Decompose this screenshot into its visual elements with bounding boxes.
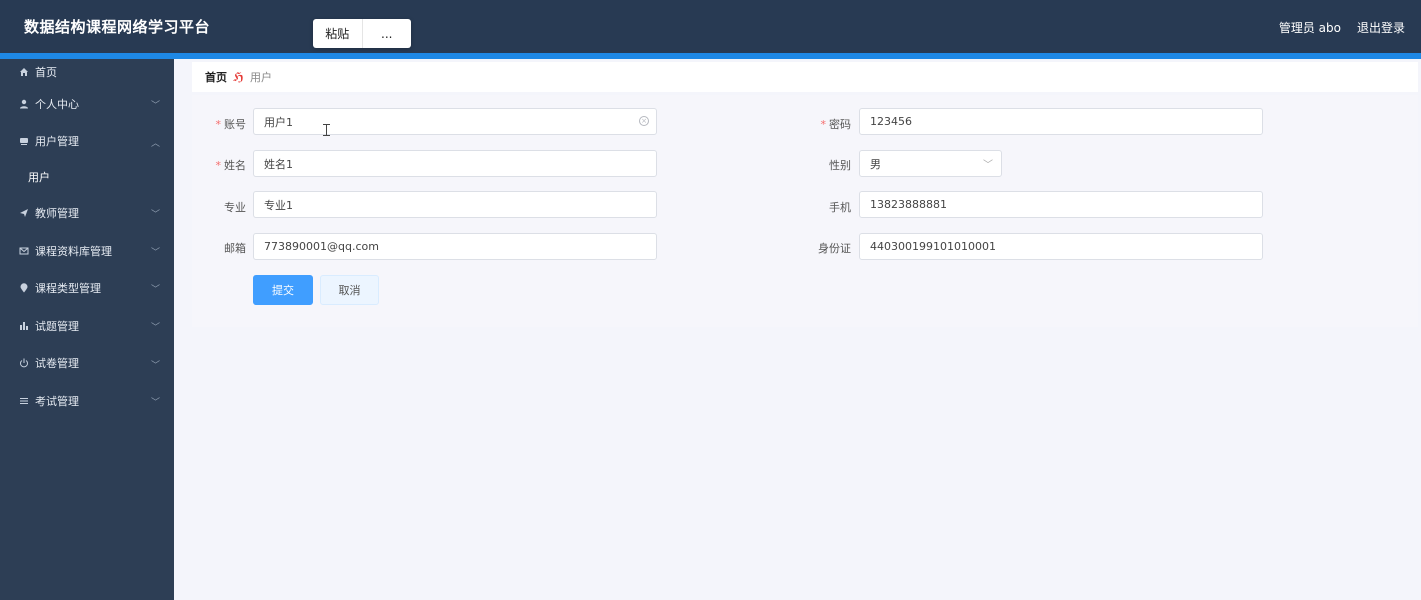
sidebar-item-label: 课程资料库管理 xyxy=(35,244,112,258)
sidebar-item-user-management[interactable]: 用户管理 ︿ xyxy=(0,123,174,161)
chevron-down-icon: ﹀ xyxy=(150,101,160,111)
gender-label: 性别 xyxy=(829,159,851,172)
account-input[interactable]: 用户1 × xyxy=(253,108,657,135)
sidebar-subitem-user[interactable]: 用户 xyxy=(0,160,174,194)
chevron-down-icon: ﹀ xyxy=(150,398,160,409)
sidebar-item-label: 课程类型管理 xyxy=(35,282,101,296)
breadcrumb-separator-icon: ℌ xyxy=(233,70,244,84)
sidebar-item-label: 试题管理 xyxy=(35,319,79,333)
top-header: 数据结构课程网络学习平台 管理员 abo 退出登录 xyxy=(0,0,1421,53)
chevron-down-icon: ﹀ xyxy=(150,360,160,371)
logout-link[interactable]: 退出登录 xyxy=(1357,19,1405,36)
major-label: 专业 xyxy=(224,201,246,214)
chevron-down-icon: ﹀ xyxy=(150,210,160,221)
phone-label: 手机 xyxy=(829,201,851,214)
sidebar-item-label: 用户管理 xyxy=(35,135,79,149)
required-mark: * xyxy=(215,118,222,131)
breadcrumb-current: 用户 xyxy=(249,71,272,84)
email-label: 邮箱 xyxy=(224,242,246,255)
text-cursor-icon xyxy=(323,124,333,136)
user-icon xyxy=(18,98,30,110)
sidebar-item-label: 用户 xyxy=(28,171,50,185)
mail-icon xyxy=(18,245,30,257)
app-title: 数据结构课程网络学习平台 xyxy=(24,18,211,36)
sidebar-item-personal-center[interactable]: 个人中心 ﹀ xyxy=(0,85,174,123)
more-menu-item[interactable]: ... xyxy=(361,19,412,48)
home-icon xyxy=(18,66,30,78)
sidebar-item-question-management[interactable]: 试题管理 ﹀ xyxy=(0,307,174,345)
submit-button[interactable]: 提交 xyxy=(253,275,313,305)
cancel-button[interactable]: 取消 xyxy=(320,275,379,305)
sidebar: 首页 个人中心 ﹀ 用户管理 ︿ 用户 教师管理 ﹀ 课程资料库管理 ﹀ 课程类… xyxy=(0,59,174,600)
paste-menu-item[interactable]: 粘贴 xyxy=(313,19,362,48)
sidebar-item-label: 试卷管理 xyxy=(35,357,79,371)
sidebar-item-label: 考试管理 xyxy=(35,394,79,408)
current-user-label: 管理员 abo xyxy=(1278,21,1341,35)
sidebar-item-paper-management[interactable]: 试卷管理 ﹀ xyxy=(0,345,174,383)
sidebar-item-exam-management[interactable]: 考试管理 ﹀ xyxy=(0,382,174,420)
phone-input[interactable]: 13823888881 xyxy=(859,191,1263,218)
chevron-down-icon: ﹀ xyxy=(983,160,993,171)
idcard-label: 身份证 xyxy=(818,242,851,255)
header-actions: 管理员 abo 退出登录 xyxy=(1279,19,1405,36)
account-label: * 账号 xyxy=(215,118,247,131)
location-icon xyxy=(18,282,30,294)
clear-icon[interactable]: × xyxy=(639,116,649,126)
required-mark: * xyxy=(215,159,222,172)
name-label: * 姓名 xyxy=(215,159,247,172)
password-label: * 密码 xyxy=(820,118,852,131)
email-input[interactable]: 773890001@qq.com xyxy=(253,233,657,260)
idcard-input[interactable]: 440300199101010001 xyxy=(859,233,1263,260)
bar-chart-icon xyxy=(18,320,30,332)
breadcrumb: 首页 ℌ 用户 xyxy=(192,62,1418,92)
chevron-down-icon: ﹀ xyxy=(150,247,160,258)
breadcrumb-home[interactable]: 首页 xyxy=(205,69,227,85)
menu-icon xyxy=(18,395,30,407)
password-input[interactable]: 123456 xyxy=(859,108,1263,135)
gender-select[interactable]: 男 ﹀ xyxy=(859,150,1002,177)
sidebar-item-label: 首页 xyxy=(35,66,57,79)
sidebar-item-label: 教师管理 xyxy=(35,206,79,220)
chevron-up-icon: ︿ xyxy=(150,138,160,149)
send-icon xyxy=(18,207,30,219)
name-input[interactable]: 姓名1 xyxy=(253,150,657,177)
power-icon xyxy=(18,357,30,369)
sidebar-item-home[interactable]: 首页 xyxy=(0,59,174,85)
sidebar-item-course-library[interactable]: 课程资料库管理 ﹀ xyxy=(0,232,174,270)
sidebar-item-label: 个人中心 xyxy=(35,97,79,111)
drive-icon xyxy=(18,135,30,147)
header-accent-bar xyxy=(0,53,1421,59)
required-mark: * xyxy=(820,118,827,131)
chevron-down-icon: ﹀ xyxy=(150,322,160,333)
context-menu: 粘贴 ... xyxy=(313,19,411,48)
sidebar-item-course-type[interactable]: 课程类型管理 ﹀ xyxy=(0,269,174,307)
major-input[interactable]: 专业1 xyxy=(253,191,657,218)
sidebar-item-teacher-management[interactable]: 教师管理 ﹀ xyxy=(0,194,174,232)
chevron-down-icon: ﹀ xyxy=(150,285,160,296)
